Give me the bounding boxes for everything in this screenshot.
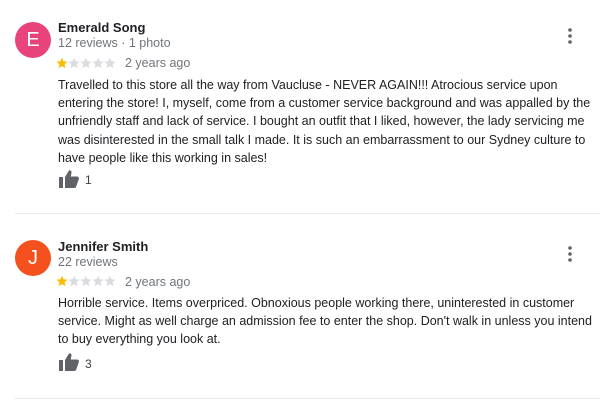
reviewer-name[interactable]: Emerald Song (58, 20, 145, 35)
star-icon (80, 57, 92, 69)
thumb-up-icon[interactable] (58, 169, 80, 189)
star-icon (104, 275, 116, 287)
star-icon (92, 57, 104, 69)
reviewer-meta: 12 reviews · 1 photo (58, 36, 171, 50)
divider (15, 213, 600, 214)
star-icon (80, 275, 92, 287)
star-rating (56, 275, 116, 288)
avatar[interactable]: E (15, 22, 51, 58)
star-icon (68, 275, 80, 287)
avatar[interactable]: J (15, 240, 51, 276)
thumb-up-icon[interactable] (58, 352, 80, 372)
star-icon (68, 57, 80, 69)
more-vert-icon[interactable] (560, 26, 580, 46)
reviewer-name[interactable]: Jennifer Smith (58, 239, 148, 254)
like-count: 3 (85, 357, 92, 371)
star-rating (56, 57, 116, 70)
review-date: 2 years ago (125, 275, 191, 289)
star-icon (56, 275, 68, 287)
reviewer-meta: 22 reviews (58, 255, 118, 269)
more-vert-icon[interactable] (560, 244, 580, 264)
star-icon (56, 57, 68, 69)
review-text: Horrible service. Items overpriced. Obno… (58, 296, 592, 347)
star-icon (92, 275, 104, 287)
star-icon (104, 57, 116, 69)
review-text: Travelled to this store all the way from… (58, 78, 591, 165)
divider (15, 398, 600, 399)
like-count: 1 (85, 173, 92, 187)
review-date: 2 years ago (125, 56, 191, 70)
